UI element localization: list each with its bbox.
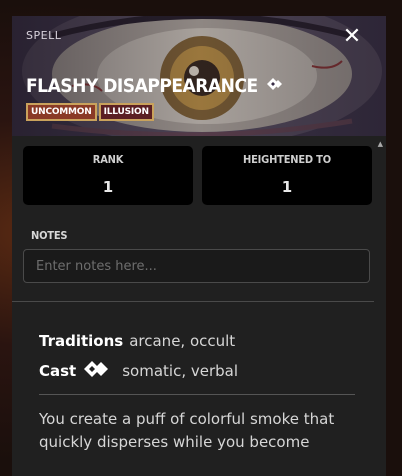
two-action-icon xyxy=(265,76,285,96)
trait-illusion: ILLUSION xyxy=(98,103,154,121)
traditions-row: Traditions arcane, occult xyxy=(39,326,359,356)
spell-content[interactable]: RANK 1 HEIGHTENED TO 1 NOTES Traditions … xyxy=(12,136,386,476)
spell-type-label: SPELL xyxy=(26,29,62,42)
heightened-value: 1 xyxy=(281,178,293,196)
spell-details: Traditions arcane, occult Cast somatic, … xyxy=(39,326,359,454)
cast-label: Cast xyxy=(39,362,77,380)
cast-row: Cast somatic, verbal xyxy=(39,356,359,386)
trait-uncommon: UNCOMMON xyxy=(26,103,97,121)
notes-input[interactable] xyxy=(23,249,370,283)
heightened-box: HEIGHTENED TO 1 xyxy=(202,146,372,205)
two-action-icon xyxy=(82,359,114,383)
spell-description: You create a puff of colorful smoke that… xyxy=(39,410,335,451)
trait-list: UNCOMMON ILLUSION xyxy=(26,103,154,121)
notes-label: NOTES xyxy=(31,229,68,242)
heightened-label: HEIGHTENED TO xyxy=(243,153,331,166)
rank-value: 1 xyxy=(102,178,114,196)
rank-box: RANK 1 xyxy=(23,146,193,205)
traditions-label: Traditions xyxy=(39,332,124,350)
close-icon[interactable]: ✕ xyxy=(340,25,364,49)
cast-value: somatic, verbal xyxy=(122,362,239,380)
spell-panel: SPELL ✕ FLASHY DISAPPEARANCE UNCOMMON IL… xyxy=(12,16,386,476)
details-divider xyxy=(39,394,355,395)
rank-label: RANK xyxy=(92,153,124,166)
scrollbar[interactable]: ▲ xyxy=(374,136,386,476)
traditions-value: arcane, occult xyxy=(129,332,236,350)
spell-header: SPELL ✕ FLASHY DISAPPEARANCE UNCOMMON IL… xyxy=(12,16,386,136)
scroll-up-icon[interactable]: ▲ xyxy=(378,140,383,148)
spell-title: FLASHY DISAPPEARANCE xyxy=(26,75,258,97)
section-divider xyxy=(12,301,376,302)
